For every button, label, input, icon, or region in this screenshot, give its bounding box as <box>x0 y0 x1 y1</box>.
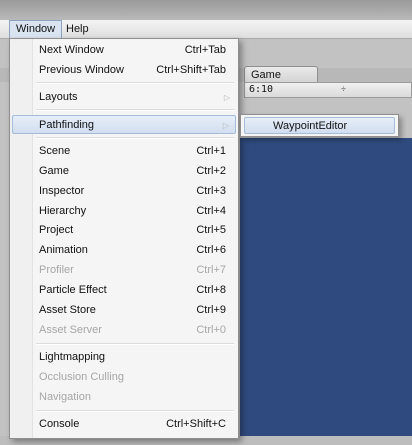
menu-item-shortcut: Ctrl+Tab <box>184 44 226 56</box>
menu-item-profiler: Profiler Ctrl+7 <box>12 261 236 280</box>
menu-item-shortcut: Ctrl+8 <box>196 284 226 296</box>
menu-item-shortcut: Ctrl+6 <box>196 244 226 256</box>
menu-item-label: Hierarchy <box>39 205 87 217</box>
menu-item-shortcut: Ctrl+9 <box>196 304 226 316</box>
tab-game[interactable]: Game <box>244 66 318 82</box>
menu-item-game[interactable]: Game Ctrl+2 <box>12 162 236 181</box>
menu-item-particle-effect[interactable]: Particle Effect Ctrl+8 <box>12 281 236 300</box>
menu-item-shortcut: Ctrl+Shift+C <box>166 418 226 430</box>
menu-item-shortcut: Ctrl+7 <box>196 264 226 276</box>
menu-item-label: Lightmapping <box>39 351 106 363</box>
menu-item-label: Profiler <box>39 264 74 276</box>
menu-help[interactable]: Help <box>60 20 95 38</box>
menu-item-pathfinding[interactable]: Pathfinding ▷ <box>12 115 236 134</box>
menu-item-label: Game <box>39 165 69 177</box>
menu-item-label: Animation <box>39 244 88 256</box>
menu-item-label: Inspector <box>39 185 85 197</box>
menu-item-hierarchy[interactable]: Hierarchy Ctrl+4 <box>12 202 236 221</box>
menu-item-label: Pathfinding <box>39 119 95 131</box>
menu-item-next-window[interactable]: Next Window Ctrl+Tab <box>12 41 236 60</box>
menu-item-scene[interactable]: Scene Ctrl+1 <box>12 142 236 161</box>
menu-item-label: Asset Store <box>39 304 96 316</box>
menu-item-occlusion-culling: Occlusion Culling <box>12 368 236 387</box>
menu-item-asset-server: Asset Server Ctrl+0 <box>12 321 236 340</box>
menu-item-label: Particle Effect <box>39 284 107 296</box>
menu-item-label: Previous Window <box>39 64 124 76</box>
menu-separator <box>36 343 234 345</box>
submenu-item-waypoint-editor[interactable]: WaypointEditor <box>244 117 395 134</box>
title-strip <box>0 0 412 20</box>
submenu-item-label: WaypointEditor <box>273 120 348 132</box>
menu-separator <box>36 410 234 412</box>
menu-item-shortcut: Ctrl+4 <box>196 205 226 217</box>
dropdown-arrow-icon[interactable]: ÷ <box>341 84 346 94</box>
menu-item-shortcut: Ctrl+2 <box>196 165 226 177</box>
menu-item-animation[interactable]: Animation Ctrl+6 <box>12 241 236 260</box>
menu-window[interactable]: Window <box>9 20 63 38</box>
menu-item-shortcut: Ctrl+5 <box>196 224 226 236</box>
menu-separator <box>36 109 234 111</box>
menu-item-label: Layouts <box>39 91 78 103</box>
menu-item-label: Asset Server <box>39 324 102 336</box>
menu-item-label: Navigation <box>39 391 91 403</box>
window-menu-dropdown: Next Window Ctrl+Tab Previous Window Ctr… <box>9 38 239 439</box>
menu-item-layouts[interactable]: Layouts ▷ <box>12 88 236 107</box>
menu-item-console[interactable]: Console Ctrl+Shift+C <box>12 415 236 434</box>
menu-item-label: Occlusion Culling <box>39 371 124 383</box>
menu-item-lightmapping[interactable]: Lightmapping <box>12 348 236 367</box>
menu-item-label: Scene <box>39 145 71 157</box>
menu-item-asset-store[interactable]: Asset Store Ctrl+9 <box>12 301 236 320</box>
menu-item-previous-window[interactable]: Previous Window Ctrl+Shift+Tab <box>12 61 236 80</box>
game-view-toolbar: 6:10 ÷ <box>244 82 412 98</box>
menu-item-label: Project <box>39 224 74 236</box>
submenu-arrow-icon: ▷ <box>222 121 229 130</box>
menu-item-shortcut: Ctrl+0 <box>196 324 226 336</box>
game-view[interactable] <box>240 138 412 445</box>
menu-bar: Window Help <box>0 20 412 39</box>
menu-item-navigation: Navigation <box>12 388 236 407</box>
menu-item-label: Next Window <box>39 44 104 56</box>
submenu-arrow-icon: ▷ <box>223 93 230 102</box>
pathfinding-submenu: WaypointEditor <box>240 114 399 137</box>
menu-item-inspector[interactable]: Inspector Ctrl+3 <box>12 182 236 201</box>
menu-item-shortcut: Ctrl+3 <box>196 185 226 197</box>
menu-separator <box>36 82 234 84</box>
menu-item-shortcut: Ctrl+Shift+Tab <box>156 64 226 76</box>
menu-item-project[interactable]: Project Ctrl+5 <box>12 221 236 240</box>
aspect-dropdown[interactable]: 6:10 <box>249 84 273 95</box>
menu-separator <box>36 137 234 139</box>
menu-item-shortcut: Ctrl+1 <box>196 145 226 157</box>
menu-item-label: Console <box>39 418 80 430</box>
